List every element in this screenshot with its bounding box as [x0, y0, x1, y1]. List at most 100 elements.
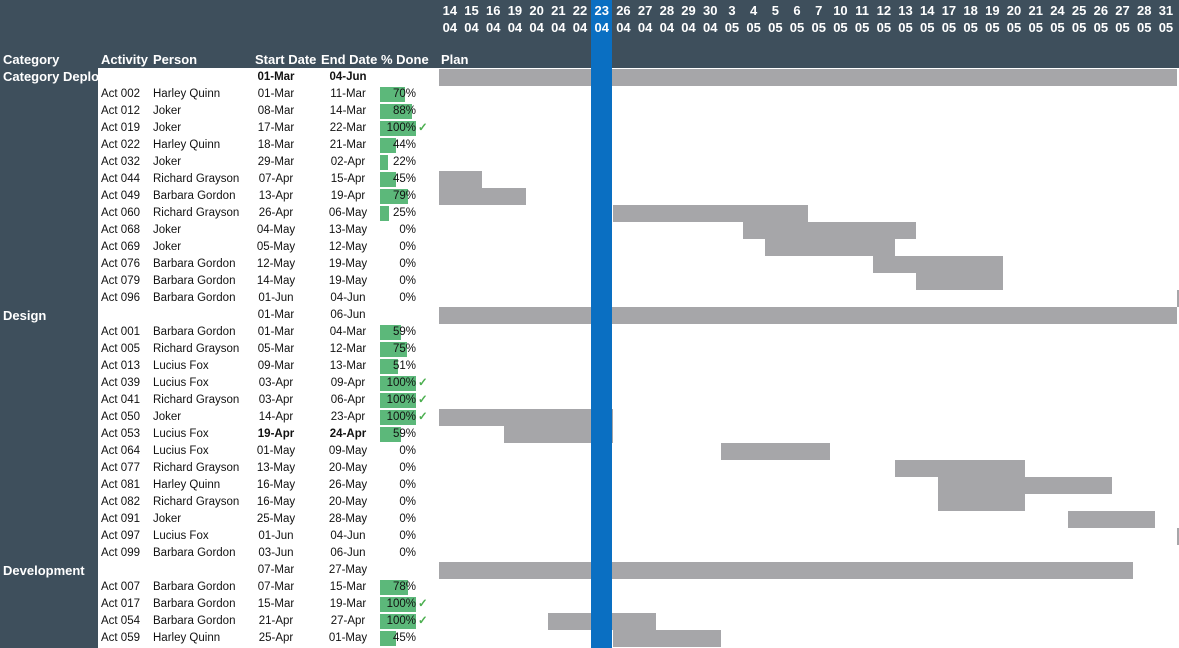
activity-row[interactable]: Act 041 Richard Grayson 03-Apr 06-Apr 100% ✓: [98, 392, 438, 409]
activity-row[interactable]: Act 001 Barbara Gordon 01-Mar 04-Mar 59%: [98, 324, 438, 341]
activity-row[interactable]: Act 079 Barbara Gordon 14-May 19-May 0%: [98, 273, 438, 290]
header-plan[interactable]: Plan: [441, 52, 468, 68]
task-plan-bar[interactable]: [764, 239, 895, 256]
date-column-header[interactable]: 15 04: [461, 2, 483, 36]
activity-id: Act 017: [101, 598, 140, 610]
header-percent-done[interactable]: % Done: [381, 52, 429, 68]
date-column-header[interactable]: 10 05: [830, 2, 852, 36]
task-plan-bar[interactable]: [894, 460, 1025, 477]
task-plan-bar[interactable]: [1068, 511, 1156, 528]
date-column-header[interactable]: 6 05: [786, 2, 808, 36]
date-column-header[interactable]: 23 04: [591, 2, 613, 36]
task-plan-bar[interactable]: [1176, 528, 1179, 545]
date-month: 05: [746, 20, 761, 35]
activity-row[interactable]: Act 060 Richard Grayson 26-Apr 06-May 25%: [98, 205, 438, 222]
date-column-header[interactable]: 30 04: [699, 2, 721, 36]
task-plan-bar[interactable]: [612, 205, 808, 222]
category-summary-row[interactable]: 07-Mar 27-May: [98, 562, 438, 579]
date-column-header[interactable]: 19 04: [504, 2, 526, 36]
date-column-header[interactable]: 20 04: [526, 2, 548, 36]
activity-row[interactable]: Act 077 Richard Grayson 13-May 20-May 0%: [98, 460, 438, 477]
header-category[interactable]: Category: [3, 52, 59, 68]
date-column-header[interactable]: 20 05: [1003, 2, 1025, 36]
task-plan-bar[interactable]: [873, 256, 1004, 273]
category-plan-bar[interactable]: [439, 307, 1177, 324]
activity-row[interactable]: Act 049 Barbara Gordon 13-Apr 19-Apr 79%: [98, 188, 438, 205]
task-plan-bar[interactable]: [439, 188, 526, 205]
category-plan-bar[interactable]: [439, 562, 1134, 579]
category-label[interactable]: Development: [3, 563, 85, 578]
date-column-header[interactable]: 13 05: [895, 2, 917, 36]
task-plan-bar[interactable]: [916, 273, 1004, 290]
date-column-header[interactable]: 31 05: [1155, 2, 1177, 36]
activity-row[interactable]: Act 091 Joker 25-May 28-May 0%: [98, 511, 438, 528]
category-label[interactable]: Category Deployment: [3, 68, 137, 85]
activity-row[interactable]: Act 096 Barbara Gordon 01-Jun 04-Jun 0%: [98, 290, 438, 307]
activity-row[interactable]: Act 059 Harley Quinn 25-Apr 01-May 45%: [98, 630, 438, 647]
task-plan-bar[interactable]: [721, 443, 830, 460]
task-plan-bar[interactable]: [938, 494, 1025, 511]
date-column-header[interactable]: 21 04: [548, 2, 570, 36]
header-start-date[interactable]: Start Date: [255, 52, 316, 68]
date-column-header[interactable]: 28 04: [656, 2, 678, 36]
date-column-header[interactable]: 27 04: [634, 2, 656, 36]
task-plan-bar[interactable]: [742, 222, 917, 239]
activity-row[interactable]: Act 002 Harley Quinn 01-Mar 11-Mar 70%: [98, 86, 438, 103]
date-column-header[interactable]: 24 05: [1047, 2, 1069, 36]
activity-row[interactable]: Act 044 Richard Grayson 07-Apr 15-Apr 45%: [98, 171, 438, 188]
date-column-header[interactable]: 25 05: [1068, 2, 1090, 36]
activity-row[interactable]: Act 005 Richard Grayson 05-Mar 12-Mar 75%: [98, 341, 438, 358]
activity-row[interactable]: Act 022 Harley Quinn 18-Mar 21-Mar 44%: [98, 137, 438, 154]
activity-row[interactable]: Act 019 Joker 17-Mar 22-Mar 100% ✓: [98, 120, 438, 137]
activity-row[interactable]: Act 053 Lucius Fox 19-Apr 24-Apr 59%: [98, 426, 438, 443]
category-label[interactable]: Design: [3, 308, 46, 323]
activity-row[interactable]: Act 076 Barbara Gordon 12-May 19-May 0%: [98, 256, 438, 273]
date-column-header[interactable]: 5 05: [765, 2, 787, 36]
date-column-header[interactable]: 18 05: [960, 2, 982, 36]
activity-row[interactable]: Act 017 Barbara Gordon 15-Mar 19-Mar 100% ✓: [98, 596, 438, 613]
header-person[interactable]: Person: [153, 52, 197, 68]
category-plan-bar[interactable]: [439, 69, 1177, 86]
activity-row[interactable]: Act 007 Barbara Gordon 07-Mar 15-Mar 78%: [98, 579, 438, 596]
task-plan-bar[interactable]: [938, 477, 1112, 494]
activity-row[interactable]: Act 064 Lucius Fox 01-May 09-May 0%: [98, 443, 438, 460]
date-column-header[interactable]: 12 05: [873, 2, 895, 36]
activity-row[interactable]: Act 013 Lucius Fox 09-Mar 13-Mar 51%: [98, 358, 438, 375]
activity-row[interactable]: Act 082 Richard Grayson 16-May 20-May 0%: [98, 494, 438, 511]
activity-row[interactable]: Act 050 Joker 14-Apr 23-Apr 100% ✓: [98, 409, 438, 426]
date-column-header[interactable]: 4 05: [743, 2, 765, 36]
task-plan-bar[interactable]: [612, 630, 722, 647]
category-summary-row[interactable]: 01-Mar 04-Jun: [98, 69, 438, 86]
date-column-header[interactable]: 11 05: [851, 2, 873, 36]
activity-row[interactable]: Act 099 Barbara Gordon 03-Jun 06-Jun 0%: [98, 545, 438, 562]
activity-row[interactable]: Act 097 Lucius Fox 01-Jun 04-Jun 0%: [98, 528, 438, 545]
date-column-header[interactable]: 16 04: [482, 2, 504, 36]
category-summary-row[interactable]: 01-Mar 06-Jun: [98, 307, 438, 324]
date-column-header[interactable]: 7 05: [808, 2, 830, 36]
date-column-header[interactable]: 22 04: [569, 2, 591, 36]
date-column-header[interactable]: 21 05: [1025, 2, 1047, 36]
task-plan-bar[interactable]: [439, 409, 613, 426]
activity-row[interactable]: Act 054 Barbara Gordon 21-Apr 27-Apr 100% ✓: [98, 613, 438, 630]
date-column-header[interactable]: 14 05: [916, 2, 938, 36]
date-column-header[interactable]: 14 04: [439, 2, 461, 36]
person-name: Lucius Fox: [153, 445, 209, 457]
header-end-date[interactable]: End Date: [321, 52, 377, 68]
date-column-header[interactable]: 3 05: [721, 2, 743, 36]
date-column-header[interactable]: 26 05: [1090, 2, 1112, 36]
date-column-header[interactable]: 27 05: [1112, 2, 1134, 36]
task-plan-bar[interactable]: [439, 171, 483, 188]
date-column-header[interactable]: 26 04: [613, 2, 635, 36]
activity-row[interactable]: Act 068 Joker 04-May 13-May 0%: [98, 222, 438, 239]
activity-row[interactable]: Act 012 Joker 08-Mar 14-Mar 88%: [98, 103, 438, 120]
task-plan-bar[interactable]: [1176, 290, 1179, 307]
date-column-header[interactable]: 19 05: [982, 2, 1004, 36]
header-activity[interactable]: Activity: [101, 52, 148, 68]
date-column-header[interactable]: 17 05: [938, 2, 960, 36]
activity-row[interactable]: Act 069 Joker 05-May 12-May 0%: [98, 239, 438, 256]
date-column-header[interactable]: 28 05: [1133, 2, 1155, 36]
activity-row[interactable]: Act 039 Lucius Fox 03-Apr 09-Apr 100% ✓: [98, 375, 438, 392]
activity-row[interactable]: Act 032 Joker 29-Mar 02-Apr 22%: [98, 154, 438, 171]
activity-row[interactable]: Act 081 Harley Quinn 16-May 26-May 0%: [98, 477, 438, 494]
date-column-header[interactable]: 29 04: [678, 2, 700, 36]
